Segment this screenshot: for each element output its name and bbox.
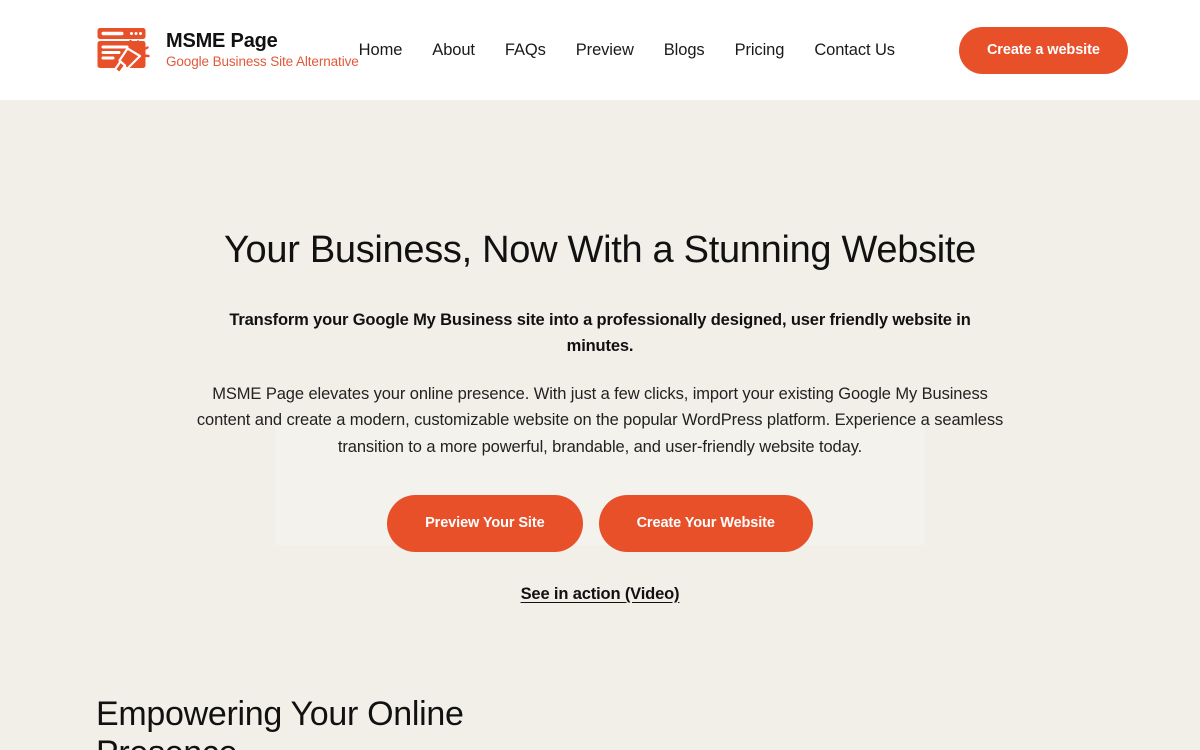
brand-name: MSME Page (166, 30, 278, 53)
nav-item-pricing[interactable]: Pricing (735, 41, 785, 60)
empowering-section: Empowering Your Online Presence (0, 604, 1200, 750)
nav-item-blogs[interactable]: Blogs (664, 41, 705, 60)
preview-your-site-button[interactable]: Preview Your Site (387, 494, 583, 552)
main-navigation: Home About FAQs Preview Blogs Pricing Co… (359, 26, 1128, 74)
see-in-action-video-link[interactable]: See in action (Video) (521, 585, 680, 604)
create-your-website-button[interactable]: Create Your Website (598, 494, 813, 552)
hero-section: Your Business, Now With a Stunning Websi… (0, 100, 1200, 604)
hero-title: Your Business, Now With a Stunning Websi… (223, 229, 977, 271)
brand-logo-link[interactable]: MSME Page Google Business Site Alternati… (96, 26, 359, 74)
brand-text: MSME Page Google Business Site Alternati… (166, 30, 359, 70)
hero-button-group: Preview Your Site Create Your Website (185, 494, 1015, 552)
nav-item-contact-us[interactable]: Contact Us (814, 41, 895, 60)
nav-item-preview[interactable]: Preview (576, 41, 634, 60)
hero-content: Your Business, Now With a Stunning Websi… (185, 228, 1015, 604)
nav-item-about[interactable]: About (432, 41, 475, 60)
nav-item-home[interactable]: Home (359, 41, 403, 60)
browser-megaphone-icon (97, 28, 150, 74)
empowering-section-heading: Empowering Your Online Presence (96, 694, 464, 750)
hero-subtitle: Transform your Google My Business site i… (229, 310, 971, 355)
nav-item-faqs[interactable]: FAQs (505, 41, 546, 60)
brand-tagline: Google Business Site Alternative (166, 54, 359, 70)
site-header: MSME Page Google Business Site Alternati… (0, 0, 1200, 100)
hero-body-text: MSME Page elevates your online presence.… (196, 384, 1004, 457)
create-a-website-button[interactable]: Create a website (958, 26, 1128, 74)
